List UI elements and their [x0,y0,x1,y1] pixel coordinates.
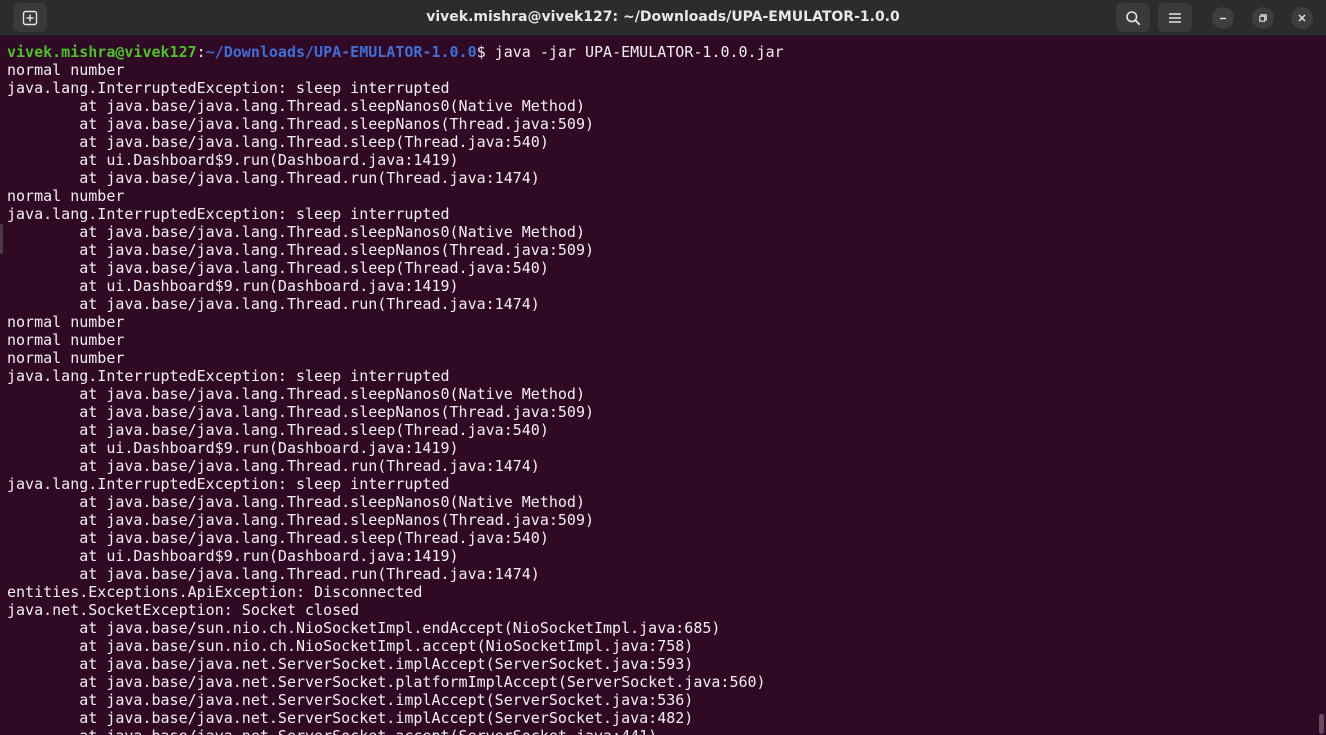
output-line: at java.base/java.lang.Thread.run(Thread… [7,457,540,475]
minimize-button[interactable] [1212,7,1234,29]
output-line: java.lang.InterruptedException: sleep in… [7,79,450,97]
output-line: at java.base/java.net.ServerSocket.implA… [7,691,694,709]
output-line: at java.base/java.net.ServerSocket.accep… [7,727,1316,735]
terminal-output[interactable]: vivek.mishra@vivek127:~/Downloads/UPA-EM… [0,36,1316,735]
output-line: at java.base/java.lang.Thread.sleepNanos… [7,115,594,133]
output-line: normal number [7,331,125,349]
output-line: at java.base/java.lang.Thread.sleepNanos… [7,403,594,421]
output-line: at java.base/java.lang.Thread.sleepNanos… [7,385,585,403]
output-line: at java.base/java.lang.Thread.sleepNanos… [7,223,585,241]
output-line: java.lang.InterruptedException: sleep in… [7,205,450,223]
search-icon [1126,10,1141,25]
output-line: at java.base/java.net.ServerSocket.implA… [7,709,694,727]
search-button[interactable] [1116,3,1150,32]
output-line: at java.base/java.lang.Thread.sleepNanos… [7,493,585,511]
title-bar: vivek.mishra@vivek127: ~/Downloads/UPA-E… [0,0,1326,36]
output-line: java.lang.InterruptedException: sleep in… [7,367,450,385]
minimize-icon [1220,17,1226,20]
prompt-colon: : [196,43,206,61]
maximize-button[interactable] [1252,7,1274,29]
prompt-command: $ java -jar UPA-EMULATOR-1.0.0.jar [476,43,784,61]
hamburger-menu-icon [1169,12,1181,23]
close-button[interactable] [1291,7,1313,29]
output-line: at java.base/java.lang.Thread.run(Thread… [7,565,540,583]
output-line: at ui.Dashboard$9.run(Dashboard.java:141… [7,277,459,295]
new-tab-button[interactable] [13,3,47,32]
output-line: normal number [7,187,125,205]
output-line: java.net.SocketException: Socket closed [7,601,360,619]
terminal-window: vivek.mishra@vivek127: ~/Downloads/UPA-E… [0,0,1326,735]
prompt-path: ~/Downloads/UPA-EMULATOR-1.0.0 [205,43,477,61]
output-line: at java.base/sun.nio.ch.NioSocketImpl.ac… [7,637,694,655]
output-line: at java.base/java.lang.Thread.sleepNanos… [7,511,594,529]
output-line: at ui.Dashboard$9.run(Dashboard.java:141… [7,547,459,565]
output-line: normal number [7,313,125,331]
new-tab-icon [22,10,38,25]
terminal-scrollbar[interactable] [1316,36,1326,735]
output-line: at java.base/java.lang.Thread.sleep(Thre… [7,259,549,277]
output-line: normal number [7,349,125,367]
prompt-line: vivek.mishra@vivek127:~/Downloads/UPA-EM… [7,43,1316,61]
maximize-icon [1259,14,1267,22]
output-line: at java.base/java.lang.Thread.run(Thread… [7,295,540,313]
output-line: at java.base/java.net.ServerSocket.platf… [7,673,766,691]
output-line: at java.base/java.lang.Thread.sleep(Thre… [7,529,549,547]
output-line: normal number [7,61,125,79]
menu-button[interactable] [1158,3,1192,32]
close-icon [1298,14,1306,22]
output-line: at java.base/sun.nio.ch.NioSocketImpl.en… [7,619,721,637]
output-line: at java.base/java.lang.Thread.sleep(Thre… [7,133,549,151]
scrollbar-thumb[interactable] [1319,714,1324,734]
output-line: at ui.Dashboard$9.run(Dashboard.java:141… [7,439,459,457]
output-line: at java.base/java.lang.Thread.sleepNanos… [7,241,594,259]
output-line: entities.Exceptions.ApiException: Discon… [7,583,423,601]
output-line: at ui.Dashboard$9.run(Dashboard.java:141… [7,151,459,169]
output-line: java.lang.InterruptedException: sleep in… [7,475,450,493]
output-line: at java.base/java.lang.Thread.run(Thread… [7,169,540,187]
prompt-user-host: vivek.mishra@vivek127 [7,43,197,61]
output-line: at java.base/java.lang.Thread.sleep(Thre… [7,421,549,439]
output-line: at java.base/java.lang.Thread.sleepNanos… [7,97,585,115]
output-line: at java.base/java.net.ServerSocket.implA… [7,655,694,673]
